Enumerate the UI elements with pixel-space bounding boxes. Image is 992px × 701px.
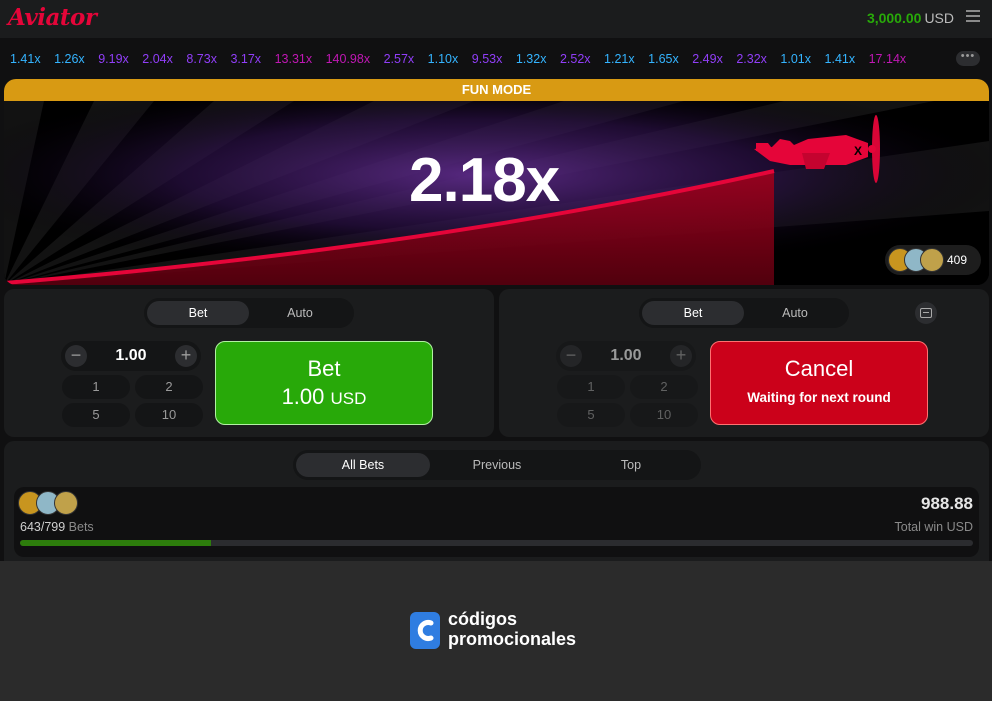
bets-progress-bar [20, 540, 973, 546]
brand-watermark: códigos promocionales [410, 609, 610, 651]
balance-currency: USD [924, 10, 954, 26]
bet-amount-input[interactable]: 1.00 [91, 347, 171, 365]
tab-top[interactable]: Top [564, 453, 698, 477]
history-multiplier[interactable]: 17.14x [869, 52, 907, 66]
tab-previous[interactable]: Previous [430, 453, 564, 477]
players-badge: 409 [885, 245, 981, 275]
quick-amount-button[interactable]: 10 [630, 403, 698, 427]
history-multiplier[interactable]: 1.26x [54, 52, 85, 66]
bet-button-label: Bet [307, 356, 341, 381]
history-multiplier[interactable]: 2.57x [384, 52, 415, 66]
cancel-button-label: Cancel [784, 356, 854, 381]
bettor-avatars [18, 491, 78, 517]
balance-amount: 3,000.00 [866, 10, 922, 26]
tab-all-bets[interactable]: All Bets [296, 453, 430, 477]
bets-tabs: All Bets Previous Top [293, 450, 701, 480]
history-multiplier[interactable]: 140.98x [326, 52, 370, 66]
brand-logo-icon [410, 612, 440, 649]
bet-mode-tabs: Bet Auto [144, 298, 354, 328]
game-canvas: FUN MODE X 2.18x 409 [4, 79, 989, 285]
cancel-bet-button[interactable]: Cancel Waiting for next round [710, 341, 928, 425]
aviator-app: Aviator 3,000.00 USD 1.41x 1.26x 9.19x 2.04x… [0, 0, 992, 561]
decrease-button[interactable]: − [560, 345, 582, 367]
history-multiplier[interactable]: 1.41x [825, 52, 856, 66]
quick-amount-button[interactable]: 1 [62, 375, 130, 399]
waiting-status: Waiting for next round [747, 390, 891, 405]
bet-amount-stepper: − 1.00 + [61, 341, 201, 371]
increase-button[interactable]: + [175, 345, 197, 367]
brand-name: códigos promocionales [448, 609, 576, 649]
history-multiplier[interactable]: 2.49x [692, 52, 723, 66]
bet-panel-2: Bet Auto − 1.00 + 1 2 5 10 Cancel Waitin… [499, 289, 989, 437]
brand-line-1: códigos [448, 609, 518, 629]
quick-amount-button[interactable]: 2 [630, 375, 698, 399]
quick-amount-button[interactable]: 1 [557, 375, 625, 399]
history-multiplier[interactable]: 2.52x [560, 52, 591, 66]
svg-text:X: X [854, 144, 862, 158]
bets-summary: 643/799 Bets 988.88 Total win USD [14, 487, 979, 557]
history-multiplier[interactable]: 1.10x [428, 52, 459, 66]
bet-mode-tabs: Bet Auto [639, 298, 849, 328]
tab-auto[interactable]: Auto [744, 301, 846, 325]
history-more-button[interactable]: ••• [956, 51, 980, 66]
round-history: 1.41x 1.26x 9.19x 2.04x 8.73x 3.17x 13.31x 140.… [0, 38, 992, 78]
bet-amount-input[interactable]: 1.00 [586, 347, 666, 365]
quick-amount-button[interactable]: 10 [135, 403, 203, 427]
bettor-avatar [54, 491, 78, 515]
history-multiplier[interactable]: 9.53x [472, 52, 503, 66]
bet-panel-1: Bet Auto − 1.00 + 1 2 5 10 Bet 1.00 USD [4, 289, 494, 437]
history-multiplier[interactable]: 8.73x [186, 52, 217, 66]
current-multiplier: 2.18x [409, 146, 560, 215]
players-count: 409 [946, 253, 967, 267]
history-multiplier[interactable]: 13.31x [275, 52, 313, 66]
bets-progress-fill [20, 540, 211, 546]
remove-panel-icon[interactable] [915, 302, 937, 324]
tab-auto[interactable]: Auto [249, 301, 351, 325]
tab-bet[interactable]: Bet [642, 301, 744, 325]
tab-bet[interactable]: Bet [147, 301, 249, 325]
history-multiplier[interactable]: 9.19x [98, 52, 129, 66]
history-multiplier[interactable]: 1.21x [604, 52, 635, 66]
bet-amount-stepper: − 1.00 + [556, 341, 696, 371]
top-bar: Aviator 3,000.00 USD [0, 0, 992, 38]
history-multiplier[interactable]: 1.01x [780, 52, 811, 66]
quick-amount-button[interactable]: 5 [62, 403, 130, 427]
history-multiplier[interactable]: 2.32x [736, 52, 767, 66]
quick-amount-button[interactable]: 2 [135, 375, 203, 399]
quick-amount-button[interactable]: 5 [557, 403, 625, 427]
increase-button[interactable]: + [670, 345, 692, 367]
place-bet-button[interactable]: Bet 1.00 USD [215, 341, 433, 425]
history-multiplier[interactable]: 1.32x [516, 52, 547, 66]
brand-line-2: promocionales [448, 629, 577, 649]
fun-mode-banner: FUN MODE [4, 79, 989, 101]
flight-stage: X 2.18x 409 [4, 101, 989, 285]
bets-count: 643/799 Bets [20, 520, 94, 534]
aviator-logo: Aviator [8, 4, 97, 31]
total-win-label: Total win USD [894, 520, 974, 534]
history-multiplier[interactable]: 1.65x [648, 52, 679, 66]
history-list: 1.41x 1.26x 9.19x 2.04x 8.73x 3.17x 13.31x 140.… [10, 52, 920, 66]
player-avatar [920, 248, 944, 272]
history-multiplier[interactable]: 1.41x [10, 52, 41, 66]
history-multiplier[interactable]: 3.17x [230, 52, 261, 66]
decrease-button[interactable]: − [65, 345, 87, 367]
total-win-amount: 988.88 [921, 494, 973, 513]
bets-section: All Bets Previous Top 643/799 Bets 988.8… [4, 441, 989, 561]
hamburger-menu-icon[interactable] [966, 10, 980, 24]
history-multiplier[interactable]: 2.04x [142, 52, 173, 66]
bet-button-amount: 1.00 USD [281, 384, 367, 409]
balance-display: 3,000.00 USD [867, 10, 954, 26]
